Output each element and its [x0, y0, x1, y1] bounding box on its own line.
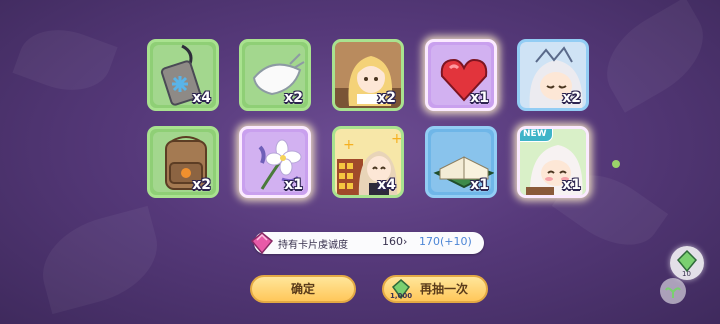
item-card-flower[interactable]: x1	[239, 126, 311, 198]
item-card-character-new[interactable]: NEW x1	[517, 126, 589, 198]
item-quantity: x2	[377, 90, 396, 106]
bg-leaf	[589, 0, 720, 113]
item-card-charm[interactable]: x4	[147, 39, 219, 111]
affection-next: 170(+10)	[419, 235, 472, 248]
redraw-button[interactable]: 1,000 再抽一次	[382, 275, 488, 303]
item-card-book[interactable]: x1	[425, 126, 497, 198]
svg-text:+: +	[343, 137, 355, 153]
redraw-cost: 1,000	[390, 292, 413, 300]
item-card-cloth[interactable]: x2	[239, 39, 311, 111]
item-quantity: x4	[377, 177, 396, 193]
affection-label: 持有卡片虔诚度	[278, 240, 348, 251]
svg-text:+: +	[391, 131, 403, 147]
item-quantity: x2	[562, 90, 581, 106]
side-orb-button[interactable]: 10	[670, 246, 704, 280]
side-orb-count: 10	[682, 270, 691, 278]
item-card-red-gem[interactable]: x1	[425, 39, 497, 111]
affection-current: 160	[382, 235, 403, 248]
item-card-character-scene[interactable]: x2	[332, 39, 404, 111]
sparkle-icon	[612, 160, 620, 168]
pink-crystal-icon	[250, 232, 274, 255]
sprout-icon	[665, 287, 681, 298]
confirm-button[interactable]: 确定	[250, 275, 356, 303]
item-card-backpack[interactable]: x2	[147, 126, 219, 198]
side-sprout-button[interactable]	[660, 278, 686, 304]
item-quantity: x2	[192, 177, 211, 193]
new-badge: NEW	[520, 129, 553, 142]
arrow-icon: ›	[403, 235, 408, 248]
bg-leaf	[31, 205, 169, 315]
item-quantity: x2	[284, 90, 303, 106]
item-quantity: x1	[562, 177, 581, 193]
redraw-label: 再抽一次	[419, 282, 468, 296]
item-card-character-sleeping[interactable]: x2	[517, 39, 589, 111]
confirm-label: 确定	[290, 282, 315, 296]
item-quantity: x1	[470, 90, 489, 106]
item-quantity: x1	[284, 177, 303, 193]
item-quantity: x4	[192, 90, 211, 106]
affection-bar: 持有卡片虔诚度 160 › 170(+10)	[250, 232, 484, 255]
bg-leaf	[12, 16, 118, 104]
item-quantity: x1	[470, 177, 489, 193]
item-card-character-happy[interactable]: + + x4	[332, 126, 404, 198]
